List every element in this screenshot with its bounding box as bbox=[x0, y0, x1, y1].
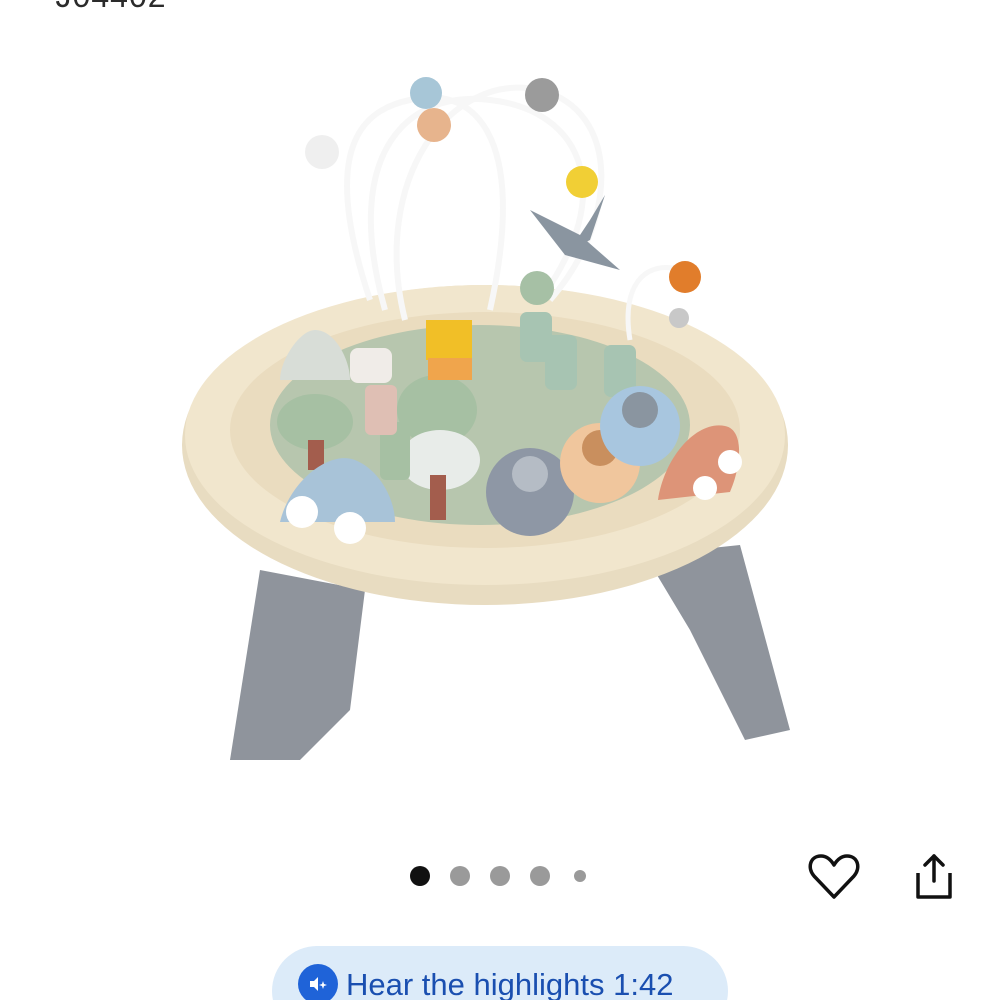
carousel-dot-3[interactable] bbox=[490, 866, 510, 886]
highlights-label: Hear the highlights 1:42 bbox=[346, 967, 674, 1000]
favorite-button[interactable] bbox=[806, 848, 862, 904]
audio-sparkle-icon bbox=[298, 964, 338, 1000]
share-button[interactable] bbox=[906, 848, 962, 904]
carousel-dot-1[interactable] bbox=[410, 866, 430, 886]
product-id-text: - J04402 bbox=[34, 0, 167, 15]
carousel-dot-2[interactable] bbox=[450, 866, 470, 886]
share-icon bbox=[916, 854, 952, 899]
carousel-dot-4[interactable] bbox=[530, 866, 550, 886]
image-carousel-dots[interactable] bbox=[410, 866, 606, 886]
carousel-dot-5[interactable] bbox=[574, 870, 586, 882]
heart-icon bbox=[808, 854, 860, 899]
product-page: - J04402 bbox=[0, 0, 1000, 1000]
product-image[interactable] bbox=[150, 30, 850, 790]
hear-highlights-button[interactable]: Hear the highlights 1:42 bbox=[272, 946, 728, 1000]
